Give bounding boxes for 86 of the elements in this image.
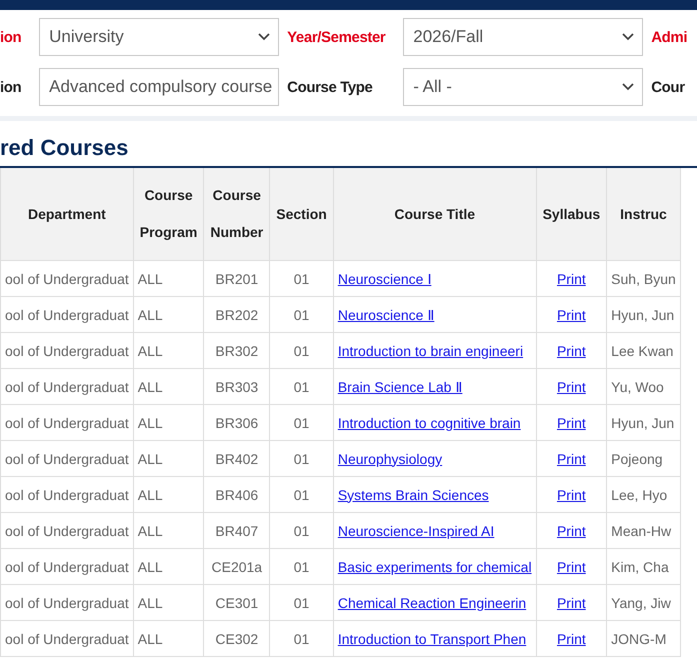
table-cell: ool of Undergraduat [0,548,134,584]
table-cell: 01 [270,512,334,548]
table-cell: ool of Undergraduat [0,368,134,404]
dropdown-select[interactable]: - All - [403,68,644,106]
print-link[interactable]: Print [556,414,586,430]
table-cell: 01 [270,584,334,620]
table-cell: JONG-M [606,620,680,656]
table-cell: ALL [133,368,204,404]
table-cell: BR402 [204,440,270,476]
column-header: Department [0,168,134,260]
table-cell: 01 [270,548,334,584]
table-cell: Mean-Hw [606,512,680,548]
table-cell: BR306 [204,404,270,440]
dropdown-select[interactable]: Advanced compulsory course [39,68,280,106]
table-cell: ALL [133,584,204,620]
table-cell: ool of Undergraduat [0,584,134,620]
table-cell: Hyun, Jun [606,296,680,332]
filter-label: ion [0,28,22,46]
table-cell: 01 [270,368,334,404]
table-cell: 01 [270,332,334,368]
column-header: Course Number [204,168,270,260]
table-cell: Lee, Hyo [606,476,680,512]
table-cell: Kim, Cha [606,548,680,584]
table-cell: Yang, Jiw [606,584,680,620]
table-cell: ool of Undergraduat [0,440,134,476]
table-cell: Lee Kwan [606,332,680,368]
dropdown-select[interactable]: 2026/Fall [403,18,644,56]
column-header: Syllabus [536,168,607,260]
table-cell: ool of Undergraduat [0,476,134,512]
table-cell: CE302 [204,620,270,656]
print-link[interactable]: Print [556,378,586,394]
print-link[interactable]: Print [556,630,586,646]
table-cell: BR302 [204,332,270,368]
table-cell: BR201 [204,260,270,296]
table-cell: ool of Undergraduat [0,296,134,332]
filter-label: ion [0,78,22,96]
table-cell: 01 [270,260,334,296]
table-cell: Pojeong [606,440,680,476]
print-link[interactable]: Print [556,450,586,466]
filter-label: Cour [651,78,686,96]
table-cell: ool of Undergraduat [0,512,134,548]
column-header: Section [270,168,334,260]
table-cell: ool of Undergraduat [0,332,134,368]
print-link[interactable]: Print [556,594,586,610]
table-cell: Suh, Byun [606,260,680,296]
table-cell: ALL [133,296,204,332]
table-cell: Yu, Woo [606,368,680,404]
table-cell: 01 [270,296,334,332]
print-link[interactable]: Print [556,486,586,502]
filter-label: Admi [651,28,688,46]
dropdown-select[interactable]: University [39,18,280,56]
column-header: Course Title [333,168,536,260]
table-cell: BR407 [204,512,270,548]
table-cell: BR406 [204,476,270,512]
table-cell: ALL [133,440,204,476]
table-cell: ALL [133,620,204,656]
print-link[interactable]: Print [556,342,586,358]
table-cell: CE301 [204,584,270,620]
print-link[interactable]: Print [556,306,586,322]
table-cell: 01 [270,620,334,656]
table-cell: 01 [270,440,334,476]
table-cell: ALL [133,260,204,296]
table-cell: 01 [270,476,334,512]
table-cell: ool of Undergraduat [0,260,134,296]
table-cell: BR202 [204,296,270,332]
print-link[interactable]: Print [556,270,586,286]
table-cell: ALL [133,404,204,440]
chevron-down-icon [622,83,634,91]
table-cell: ool of Undergraduat [0,404,134,440]
table-cell: 01 [270,404,334,440]
filter-label: Course Type [287,78,374,96]
filter-label: Year/Semester [287,28,386,46]
column-header: Course Program [133,168,204,260]
chevron-down-icon [258,33,270,41]
column-header: Instruc [606,168,680,260]
table-cell: ALL [133,332,204,368]
chevron-down-icon [622,33,634,41]
table-cell: Hyun, Jun [606,404,680,440]
table-cell: BR303 [204,368,270,404]
print-link[interactable]: Print [556,522,586,538]
print-link[interactable]: Print [556,558,586,574]
table-cell: ALL [133,476,204,512]
table-cell: ALL [133,548,204,584]
table-cell: ool of Undergraduat [0,620,134,656]
table-cell: CE201a [204,548,270,584]
table-cell: ALL [133,512,204,548]
